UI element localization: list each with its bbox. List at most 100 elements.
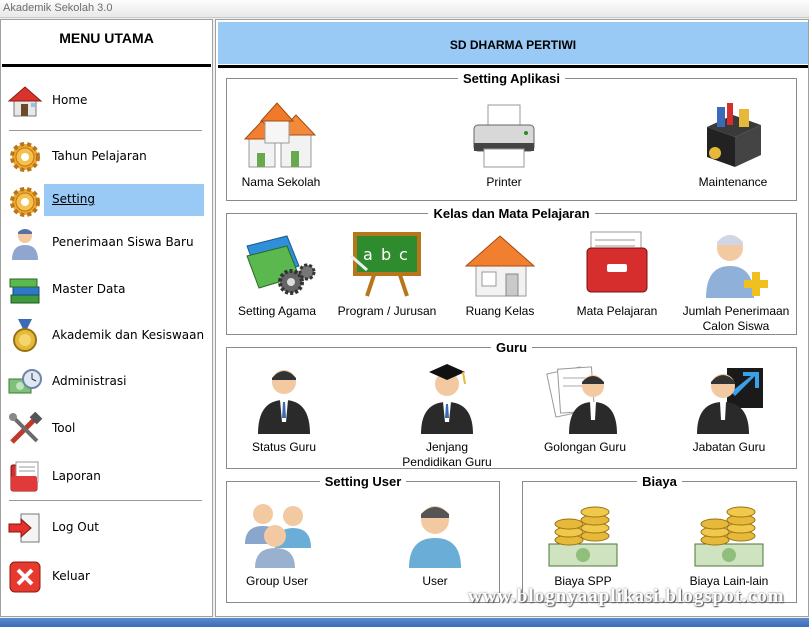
tile-label-nama-sekolah: Nama Sekolah xyxy=(241,175,321,189)
tile-biaya-lain-lain[interactable]: Biaya Lain-lain xyxy=(669,496,789,589)
menu-divider xyxy=(9,130,202,131)
tile-setting-agama[interactable]: Setting Agama xyxy=(217,226,337,319)
menu-item-penerimaan-siswa-baru[interactable]: Penerimaan Siswa Baru xyxy=(5,225,205,261)
menu-label-home: Home xyxy=(52,93,88,107)
menu-label-keluar: Keluar xyxy=(52,569,90,583)
red-folder-icon xyxy=(586,231,648,293)
user-group-icon xyxy=(245,504,311,568)
books-gears-icon xyxy=(246,235,316,295)
menu-label-penerimaan-siswa-baru: Penerimaan Siswa Baru xyxy=(52,235,194,249)
group-title-setting-user: Setting User xyxy=(319,474,407,489)
group-title-setting-aplikasi: Setting Aplikasi xyxy=(457,71,566,86)
books-icon xyxy=(9,278,40,304)
menu-label-tool: Tool xyxy=(52,421,76,435)
menu-title-divider xyxy=(2,64,211,67)
menu-item-home[interactable]: Home xyxy=(5,83,205,119)
medal-icon xyxy=(13,319,37,352)
user-add-icon xyxy=(706,235,768,298)
svg-text:b: b xyxy=(381,245,391,264)
tile-golongan-guru[interactable]: Golongan Guru xyxy=(525,362,645,455)
businessman-icon xyxy=(258,370,310,434)
tile-label-printer: Printer xyxy=(486,175,522,189)
coins-money-icon xyxy=(548,506,618,567)
watermark-text: www.blognyaaplikasi.blogspot.com xyxy=(468,586,785,607)
tile-nama-sekolah[interactable]: Nama Sekolah xyxy=(221,97,341,190)
businessman-arrow-icon xyxy=(697,368,763,434)
tile-jabatan-guru[interactable]: Jabatan Guru xyxy=(669,362,789,455)
close-icon xyxy=(9,561,41,593)
menu-label-tahun-pelajaran: Tahun Pelajaran xyxy=(52,149,147,163)
tile-program-jurusan[interactable]: a b c Program / Jurusan xyxy=(327,226,447,319)
graduate-icon xyxy=(421,364,473,434)
tile-jumlah-penerimaan[interactable]: Jumlah Penerimaan Calon Siswa xyxy=(671,226,801,334)
menu-divider xyxy=(9,500,202,501)
tile-label-line1: Jumlah Penerimaan xyxy=(682,304,790,318)
tile-label-jumlah-penerimaan: Jumlah Penerimaan Calon Siswa xyxy=(671,304,801,334)
tile-label-line2: Pendidikan Guru xyxy=(402,455,492,469)
gear-icon xyxy=(10,187,40,217)
menu-item-akademik-kesiswaan[interactable]: Akademik dan Kesiswaan xyxy=(5,318,205,354)
businessman-documents-icon xyxy=(546,366,617,434)
school-buildings-icon xyxy=(243,102,317,168)
tile-label-mata-pelajaran: Mata Pelajaran xyxy=(576,304,658,318)
menu-label-akademik-kesiswaan: Akademik dan Kesiswaan xyxy=(52,328,205,342)
tile-ruang-kelas[interactable]: Ruang Kelas xyxy=(440,226,560,319)
taskbar-strip xyxy=(0,618,809,627)
main-menu-panel: MENU UTAMA Home Tahun Pelajaran Setting xyxy=(0,19,213,617)
tile-user[interactable]: User xyxy=(375,496,495,589)
user-icon xyxy=(409,506,461,568)
group-title-biaya: Biaya xyxy=(637,474,682,489)
tile-label-jenjang: Jenjang Pendidikan Guru xyxy=(387,440,507,470)
tile-label-line1: Jenjang xyxy=(425,440,469,454)
menu-item-administrasi[interactable]: Administrasi xyxy=(5,364,205,400)
tile-status-guru[interactable]: Status Guru xyxy=(224,362,344,455)
group-title-kelas-mata-pelajaran: Kelas dan Mata Pelajaran xyxy=(428,206,595,221)
group-biaya: Biaya Biaya SPP Biaya Lain-lain xyxy=(522,474,797,603)
menu-title: MENU UTAMA xyxy=(59,30,154,46)
tile-label-line2: Calon Siswa xyxy=(702,319,770,333)
menu-item-laporan[interactable]: Laporan xyxy=(5,459,205,495)
report-folder-icon xyxy=(10,461,39,492)
group-title-guru: Guru xyxy=(490,340,533,355)
group-guru: Guru Status Guru Jenjang Pendidikan Guru… xyxy=(224,340,797,470)
content-panel: SD DHARMA PERTIWI Setting Aplikasi Nama … xyxy=(215,19,809,617)
tools-icon xyxy=(9,412,43,444)
tile-maintenance[interactable]: Maintenance xyxy=(673,97,793,190)
student-icon xyxy=(12,229,38,260)
tile-label-ruang-kelas: Ruang Kelas xyxy=(465,304,535,318)
group-kelas-mata-pelajaran: Kelas dan Mata Pelajaran Setting Agama a… xyxy=(226,206,797,335)
menu-label-log-out: Log Out xyxy=(52,520,100,534)
group-setting-user: Setting User Group User User xyxy=(226,474,500,603)
toolbox-icon xyxy=(707,103,761,167)
printer-icon xyxy=(473,104,535,168)
svg-text:c: c xyxy=(399,245,408,264)
menu-label-setting: Setting xyxy=(44,184,204,216)
home-icon xyxy=(7,86,43,117)
menu-item-keluar[interactable]: Keluar xyxy=(5,559,205,595)
tile-group-user[interactable]: Group User xyxy=(217,496,337,589)
money-clock-icon xyxy=(8,369,42,394)
menu-label-laporan: Laporan xyxy=(52,469,101,483)
tile-label-program-jurusan: Program / Jurusan xyxy=(337,304,437,318)
coins-money-icon xyxy=(694,506,764,567)
tile-label-group-user: Group User xyxy=(245,574,309,588)
school-name-header: SD DHARMA PERTIWI xyxy=(218,22,808,64)
tile-printer[interactable]: Printer xyxy=(444,97,564,190)
svg-text:a: a xyxy=(363,245,373,264)
house-icon xyxy=(464,235,536,297)
menu-item-setting[interactable]: Setting xyxy=(5,184,205,220)
tile-mata-pelajaran[interactable]: Mata Pelajaran xyxy=(557,226,677,319)
menu-item-tool[interactable]: Tool xyxy=(5,411,205,447)
tile-label-maintenance: Maintenance xyxy=(698,175,768,189)
menu-item-tahun-pelajaran[interactable]: Tahun Pelajaran xyxy=(5,139,205,175)
tile-biaya-spp[interactable]: Biaya SPP xyxy=(523,496,643,589)
menu-item-master-data[interactable]: Master Data xyxy=(5,272,205,308)
menu-item-log-out[interactable]: Log Out xyxy=(5,510,205,546)
tile-jenjang-pendidikan-guru[interactable]: Jenjang Pendidikan Guru xyxy=(387,362,507,470)
tile-label-setting-agama: Setting Agama xyxy=(237,304,317,318)
group-setting-aplikasi: Setting Aplikasi Nama Sekolah Printer Ma… xyxy=(226,71,797,201)
menu-label-master-data: Master Data xyxy=(52,282,126,296)
menu-label-administrasi: Administrasi xyxy=(52,374,127,388)
tile-label-status-guru: Status Guru xyxy=(251,440,317,454)
header-divider xyxy=(218,65,808,68)
